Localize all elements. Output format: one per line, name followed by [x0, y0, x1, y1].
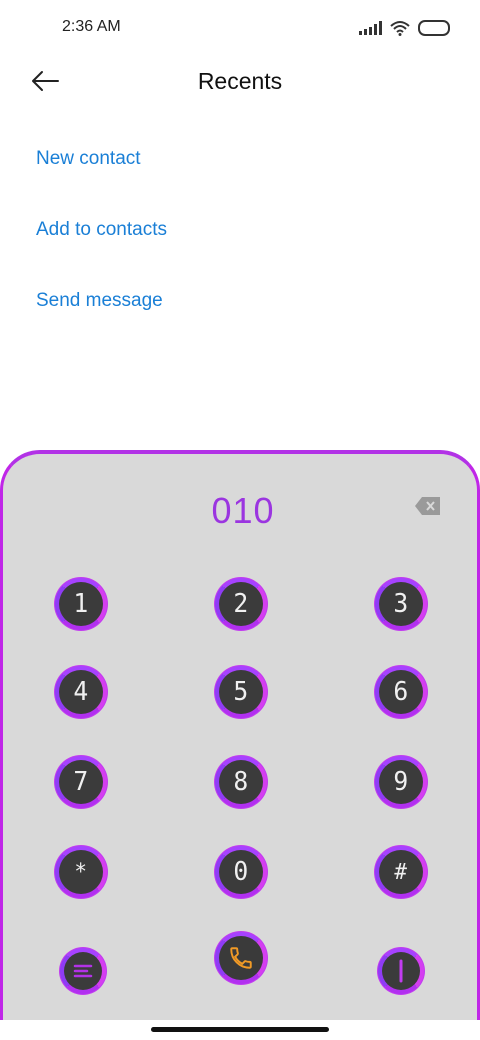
- sim-icon: [399, 959, 403, 983]
- key-1[interactable]: 1: [55, 578, 107, 630]
- phone-icon: [230, 947, 252, 969]
- key-7-label: 7: [73, 767, 89, 797]
- add-to-contacts-link[interactable]: Add to contacts: [36, 219, 167, 241]
- key-hash-label: #: [394, 859, 408, 885]
- key-0[interactable]: 0: [215, 846, 267, 898]
- battery-icon: [418, 20, 450, 36]
- key-8[interactable]: 8: [215, 756, 267, 808]
- key-star[interactable]: *: [55, 846, 107, 898]
- key-5-label: 5: [233, 677, 249, 707]
- key-4[interactable]: 4: [55, 666, 107, 718]
- key-7[interactable]: 7: [55, 756, 107, 808]
- key-star-label: *: [74, 859, 88, 885]
- new-contact-link[interactable]: New contact: [36, 148, 141, 170]
- backspace-icon: [415, 497, 440, 515]
- status-icons: [359, 18, 450, 38]
- send-message-link[interactable]: Send message: [36, 290, 163, 312]
- menu-button[interactable]: [60, 948, 106, 994]
- home-indicator[interactable]: [151, 1027, 329, 1032]
- key-1-label: 1: [73, 589, 89, 619]
- key-2-label: 2: [233, 589, 249, 619]
- key-8-label: 8: [233, 767, 249, 797]
- key-9[interactable]: 9: [375, 756, 427, 808]
- menu-icon: [73, 964, 93, 978]
- header: Recents: [0, 56, 480, 108]
- key-hash[interactable]: #: [375, 846, 427, 898]
- key-4-label: 4: [73, 677, 89, 707]
- backspace-button[interactable]: [414, 496, 442, 516]
- signal-icon: [359, 21, 382, 35]
- key-6-label: 6: [393, 677, 409, 707]
- key-3-label: 3: [393, 589, 409, 619]
- key-5[interactable]: 5: [215, 666, 267, 718]
- status-time: 2:36 AM: [62, 18, 121, 35]
- key-0-label: 0: [233, 857, 249, 887]
- sim-button[interactable]: [378, 948, 424, 994]
- page-title: Recents: [197, 68, 283, 94]
- wifi-icon: [390, 20, 410, 36]
- key-9-label: 9: [393, 767, 409, 797]
- key-6[interactable]: 6: [375, 666, 427, 718]
- key-2[interactable]: 2: [215, 578, 267, 630]
- key-3[interactable]: 3: [375, 578, 427, 630]
- status-bar: 2:36 AM: [0, 0, 480, 56]
- call-button[interactable]: [215, 932, 267, 984]
- dialed-number: 010: [211, 490, 275, 531]
